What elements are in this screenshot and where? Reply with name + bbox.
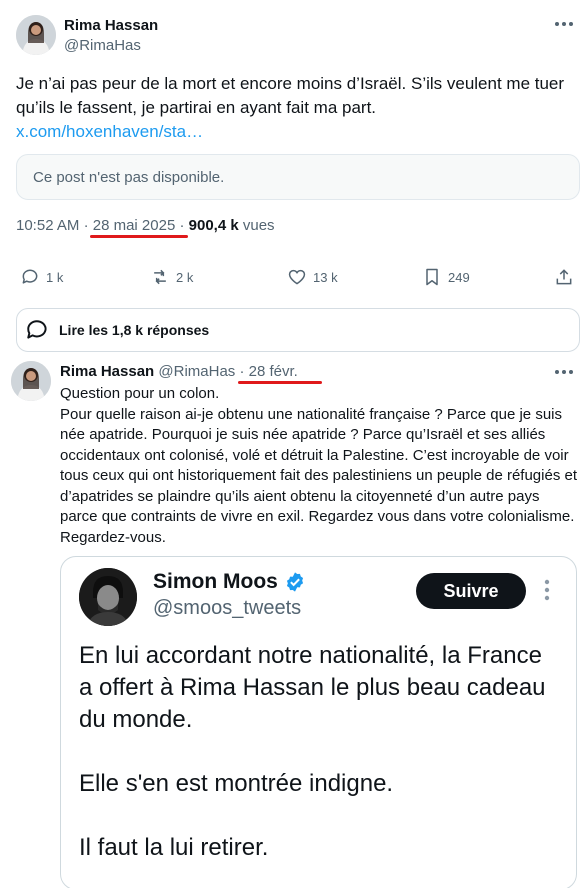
verified-badge-icon <box>286 572 303 592</box>
reply-icon <box>22 269 38 284</box>
embed-author-handle: @smoos_tweets <box>153 597 302 619</box>
reply-text: Question pour un colon. Pour quelle rais… <box>60 385 578 546</box>
reply-separator: · <box>239 363 245 380</box>
embed-author-name-text: Simon Moos <box>153 570 278 593</box>
more-options-icon[interactable] <box>552 14 576 34</box>
post-time[interactable]: 10:52 AM <box>16 217 79 234</box>
embed-author-name: Simon Moos <box>153 570 306 594</box>
views-label: vues <box>242 217 275 234</box>
bookmark-count: 249 <box>448 269 470 285</box>
read-replies-label: Lire les 1,8 k réponses <box>59 322 210 338</box>
like-button[interactable]: 13 k <box>287 262 338 292</box>
bookmark-button[interactable]: 249 <box>422 262 470 292</box>
post-link[interactable]: x.com/hoxenhaven/sta… <box>16 120 203 144</box>
post-meta: 10:52 AM · 28 mai 2025 · 900,4 k vues <box>16 217 275 234</box>
views-count: 900,4 k <box>188 217 239 234</box>
heart-icon <box>288 269 306 285</box>
share-button[interactable] <box>554 262 574 292</box>
author-avatar[interactable] <box>16 15 56 55</box>
more-options-vertical-icon <box>541 577 553 603</box>
speech-bubble-icon <box>27 320 47 339</box>
reply-button[interactable]: 1 k <box>20 262 63 292</box>
post-date[interactable]: 28 mai 2025 <box>93 217 176 234</box>
reply-header: Rima Hassan @RimaHas · 28 févr. <box>60 363 298 380</box>
like-count: 13 k <box>313 269 338 285</box>
reply-count: 1 k <box>46 269 64 285</box>
share-icon <box>556 269 572 285</box>
bookmark-icon <box>426 268 438 286</box>
reply-author-name[interactable]: Rima Hassan <box>60 363 154 380</box>
action-bar: 1 k 2 k 13 k 249 <box>16 262 576 292</box>
author-name[interactable]: Rima Hassan <box>64 17 158 34</box>
meta-separator: · <box>83 217 93 234</box>
unavailable-quote: Ce post n'est pas disponible. <box>16 154 580 200</box>
embedded-tweet-image[interactable]: Simon Moos @smoos_tweets Suivre En lui a… <box>60 556 577 888</box>
embed-author-avatar <box>79 568 137 626</box>
more-options-icon[interactable] <box>552 362 576 382</box>
repost-icon <box>154 269 166 285</box>
meta-separator: · <box>179 217 189 234</box>
post-text: Je n’ai pas peur de la mort et encore mo… <box>16 74 565 117</box>
repost-button[interactable]: 2 k <box>150 262 193 292</box>
embed-tweet-text: En lui accordant notre nationalité, la F… <box>79 642 546 861</box>
annotation-underline <box>90 235 188 238</box>
reply-author-handle[interactable]: @RimaHas <box>158 363 235 380</box>
reply-author-avatar[interactable] <box>11 361 51 401</box>
read-replies-button[interactable]: Lire les 1,8 k réponses <box>16 308 580 352</box>
repost-count: 2 k <box>176 269 194 285</box>
author-handle[interactable]: @RimaHas <box>64 37 141 54</box>
follow-button: Suivre <box>416 573 526 609</box>
reply-date[interactable]: 28 févr. <box>249 363 298 380</box>
